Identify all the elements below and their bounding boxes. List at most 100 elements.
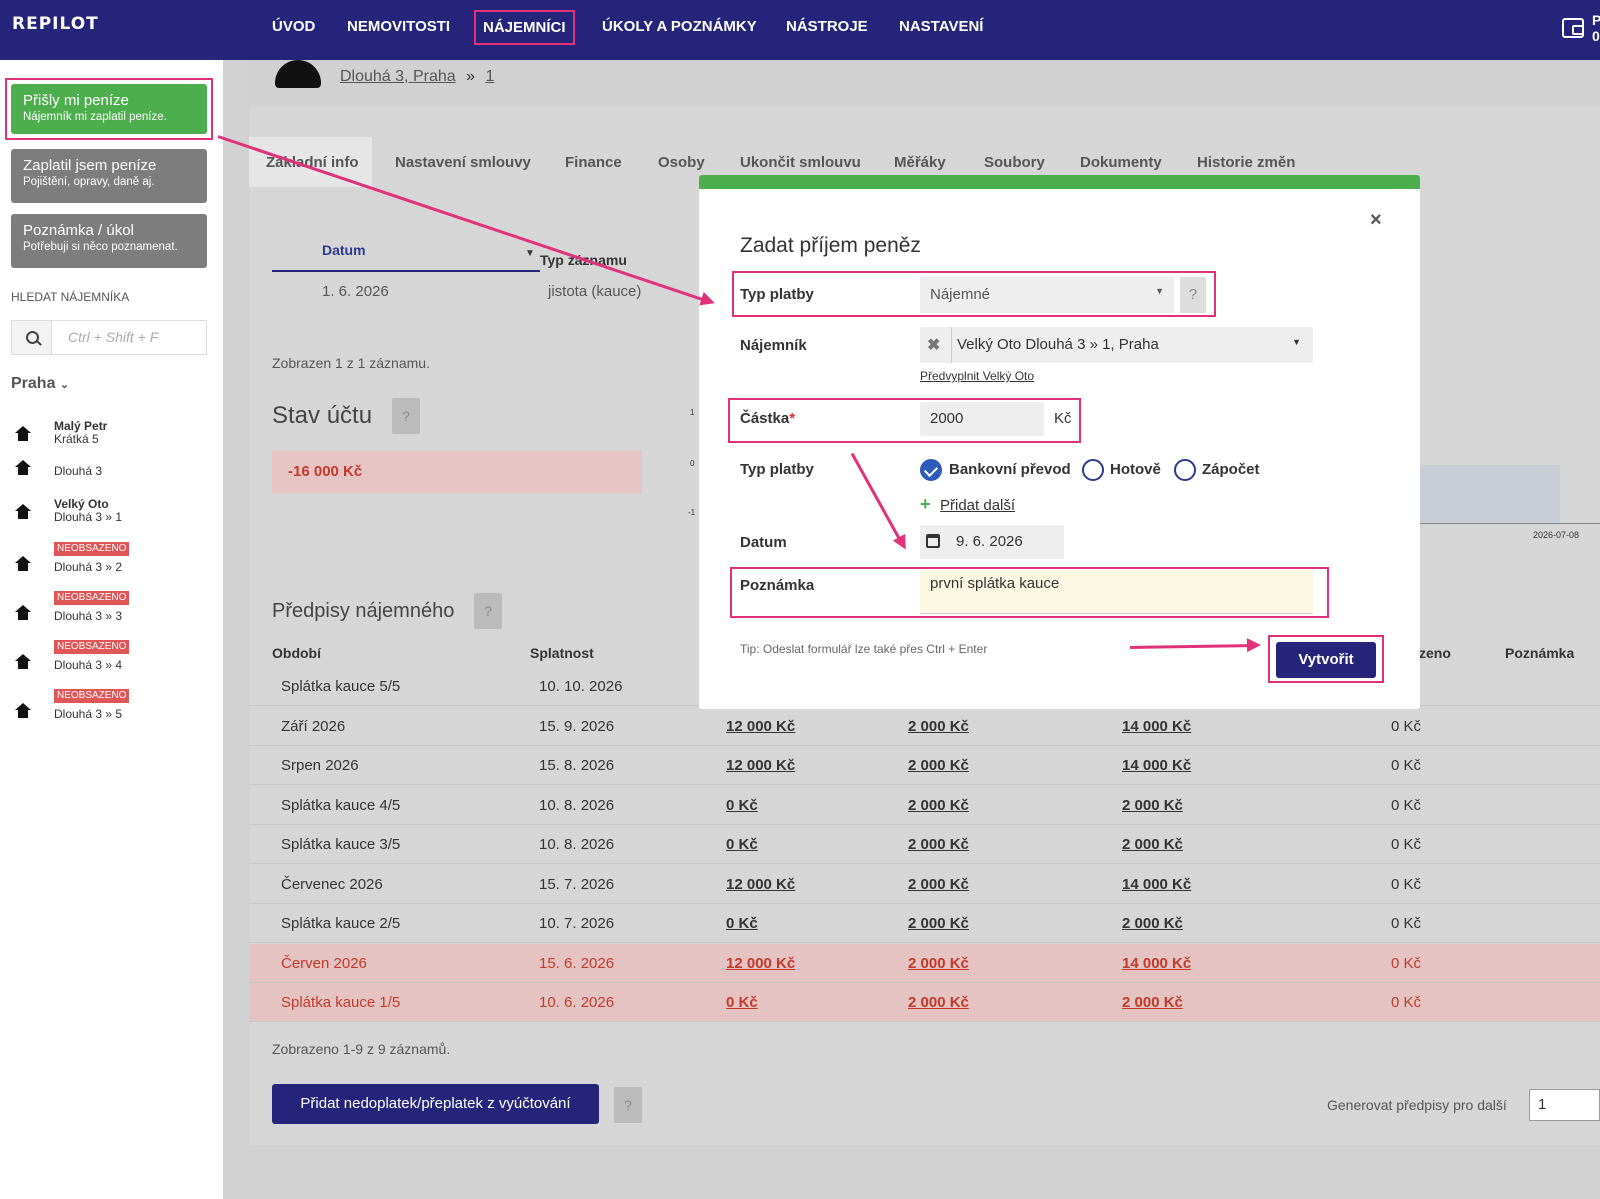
close-icon[interactable]: × (1370, 209, 1382, 232)
account-title: Stav účtu (272, 402, 373, 429)
action-title: Zaplatil jsem peníze (23, 157, 157, 174)
nav-uvod[interactable]: ÚVOD (264, 18, 323, 44)
nav-najemnici[interactable]: NÁJEMNÍCI (474, 10, 575, 45)
note-task-button[interactable]: Poznámka / úkol Potřebuji si něco poznam… (11, 214, 207, 268)
city-label: Praha (11, 375, 56, 392)
vacant-badge: NEOBSAZENO (54, 591, 130, 605)
table-cell[interactable]: 12 000 Kč (726, 757, 795, 774)
table-cell[interactable]: 2 000 Kč (1122, 915, 1183, 932)
tab-persons[interactable]: Osoby (658, 154, 705, 171)
table-cell[interactable]: 0 Kč (726, 797, 758, 814)
table-cell[interactable]: 0 Kč (726, 994, 758, 1011)
table-cell[interactable]: 2 000 Kč (908, 915, 969, 932)
help-button[interactable]: ? (614, 1087, 642, 1123)
record-type: jistota (kauce) (548, 283, 642, 300)
city-filter[interactable]: Praha ⌄ (11, 375, 69, 393)
plus-icon[interactable]: + (920, 494, 931, 515)
table-cell[interactable]: 14 000 Kč (1122, 757, 1191, 774)
tab-meters[interactable]: Měřáky (894, 154, 946, 171)
table-cell: Červenec 2026 (281, 875, 383, 893)
generate-input[interactable]: 1 (1529, 1089, 1600, 1121)
col-period[interactable]: Období (272, 645, 321, 661)
table-cell[interactable]: 2 000 Kč (908, 876, 969, 893)
table-cell[interactable]: 14 000 Kč (1122, 718, 1191, 735)
amount-label: Částka* (740, 410, 795, 427)
tab-contract[interactable]: Nastavení smlouvy (395, 154, 531, 171)
tenant-search[interactable]: Ctrl + Shift + F (11, 320, 207, 355)
table-cell[interactable]: 14 000 Kč (1122, 955, 1191, 972)
radio-bank-label[interactable]: Bankovní převod (949, 461, 1071, 478)
money-received-button[interactable]: Přišly mi peníze Nájemník mi zaplatil pe… (11, 84, 207, 134)
add-more-link[interactable]: Přidat další (940, 497, 1015, 514)
modal-title: Zadat příjem peněz (740, 234, 921, 257)
tab-files[interactable]: Soubory (984, 154, 1045, 171)
table-cell[interactable]: 14 000 Kč (1122, 876, 1191, 893)
sort-underline (272, 270, 540, 272)
tab-terminate[interactable]: Ukončit smlouvu (740, 154, 861, 171)
table-cell[interactable]: 0 Kč (726, 836, 758, 853)
clear-icon[interactable]: ✖ (927, 335, 940, 355)
table-cell[interactable]: 2 000 Kč (1122, 836, 1183, 853)
vacant-badge: NEOBSAZENO (54, 640, 130, 654)
breadcrumb-address[interactable]: Dlouhá 3, Praha (340, 68, 456, 85)
date-input[interactable]: 9. 6. 2026 (920, 525, 1064, 559)
tab-finance[interactable]: Finance (565, 154, 622, 171)
help-button[interactable]: ? (1180, 277, 1206, 313)
radio-cash-label[interactable]: Hotově (1110, 461, 1161, 478)
breadcrumb-unit[interactable]: 1 (485, 68, 494, 85)
radio-offset[interactable] (1174, 459, 1196, 481)
nav-ukoly[interactable]: ÚKOLY A POZNÁMKY (594, 18, 765, 44)
help-button[interactable]: ? (392, 398, 420, 434)
table-cell[interactable]: 2 000 Kč (908, 797, 969, 814)
table-cell[interactable]: 12 000 Kč (726, 876, 795, 893)
nav-nastaveni[interactable]: NASTAVENÍ (891, 18, 991, 44)
nav-nemovitosti[interactable]: NEMOVITOSTI (339, 18, 458, 44)
table-cell[interactable]: 2 000 Kč (908, 955, 969, 972)
prefill-link[interactable]: Předvyplnit Velký Oto (920, 369, 1034, 383)
chart-date-label: 2026-07-08 (1533, 530, 1580, 540)
sidebar: Přišly mi peníze Nájemník mi zaplatil pe… (0, 60, 223, 1199)
col-date-header[interactable]: Datum (322, 242, 366, 258)
radio-offset-label[interactable]: Zápočet (1202, 461, 1260, 478)
radio-cash[interactable] (1082, 459, 1104, 481)
table-cell: Splátka kauce 4/5 (281, 796, 401, 814)
date-value: 9. 6. 2026 (956, 533, 1023, 550)
table-cell[interactable]: 2 000 Kč (1122, 797, 1183, 814)
nav-nastroje[interactable]: NÁSTROJE (778, 18, 876, 44)
table-cell[interactable]: 0 Kč (726, 915, 758, 932)
col-note[interactable]: Poznámka (1505, 645, 1574, 661)
calendar-icon[interactable] (926, 534, 940, 548)
search-input[interactable]: Ctrl + Shift + F (68, 329, 158, 345)
dropdown-arrow-icon: ▼ (1292, 337, 1301, 347)
create-button[interactable]: Vytvořit (1276, 642, 1376, 678)
add-settlement-button[interactable]: Přidat nedoplatek/přeplatek z vyúčtování (272, 1084, 599, 1124)
table-cell[interactable]: 2 000 Kč (908, 994, 969, 1011)
sort-icon[interactable]: ▼ (525, 248, 535, 259)
dropdown-arrow-icon: ▼ (1155, 286, 1164, 296)
breadcrumb-sep: » (466, 68, 475, 85)
tenant-select[interactable]: ✖ Velký Oto Dlouhá 3 » 1, Praha ▼ (920, 327, 1313, 363)
house-icon (15, 504, 31, 520)
table-cell[interactable]: 12 000 Kč (726, 718, 795, 735)
table-cell: 15. 9. 2026 (539, 717, 615, 735)
wallet-icon[interactable] (1562, 18, 1584, 38)
tab-history[interactable]: Historie změn (1197, 154, 1295, 171)
payment-type-select[interactable]: Nájemné ▼ (920, 277, 1174, 313)
table-cell[interactable]: 2 000 Kč (908, 718, 969, 735)
table-cell[interactable]: 2 000 Kč (1122, 994, 1183, 1011)
table-cell[interactable]: 12 000 Kč (726, 955, 795, 972)
amount-input[interactable]: 2000 (920, 402, 1044, 436)
tab-documents[interactable]: Dokumenty (1080, 154, 1162, 171)
table-cell: 0 Kč (1391, 836, 1422, 853)
money-paid-button[interactable]: Zaplatil jsem peníze Pojištění, opravy, … (11, 149, 207, 203)
note-textarea[interactable]: první splátka kauce (920, 570, 1313, 614)
radio-bank[interactable] (920, 459, 942, 481)
col-paid[interactable]: zeno (1419, 645, 1451, 661)
user-menu[interactable]: P 0 (1592, 12, 1600, 44)
col-due[interactable]: Splatnost (530, 645, 594, 661)
help-button[interactable]: ? (474, 593, 502, 629)
app-logo[interactable]: REPILOT (12, 14, 99, 34)
table-cell[interactable]: 2 000 Kč (908, 836, 969, 853)
action-subtitle: Pojištění, opravy, daně aj. (23, 176, 155, 188)
table-cell[interactable]: 2 000 Kč (908, 757, 969, 774)
